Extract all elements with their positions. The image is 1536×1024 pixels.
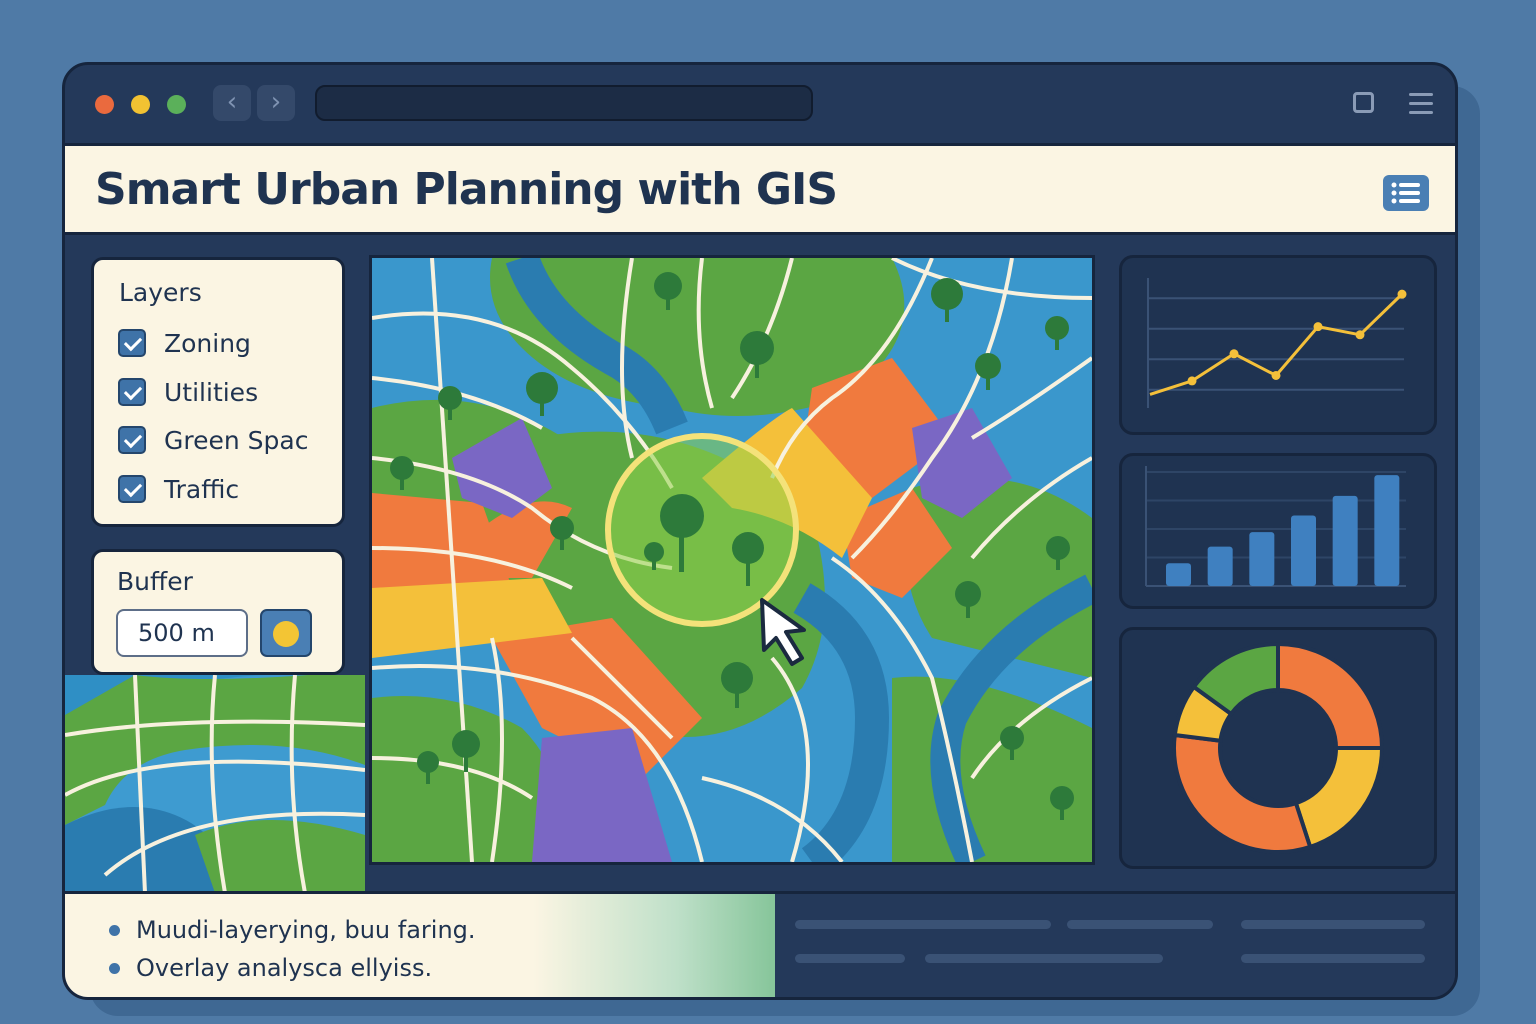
back-button[interactable]: ‹ [213, 85, 251, 121]
line-chart [1147, 278, 1407, 408]
bullet-text: Muudi-layerying, buu faring. [136, 916, 476, 944]
page-title: Smart Urban Planning with GIS [95, 164, 838, 215]
minimap [65, 675, 365, 893]
layer-green-space[interactable]: Green Spac [118, 423, 308, 457]
list-icon[interactable] [1383, 175, 1429, 211]
donut-slice [1172, 732, 1313, 854]
minimize-dot[interactable] [131, 95, 150, 114]
hamburger-menu-icon[interactable] [1409, 93, 1433, 115]
buffer-title: Buffer [117, 567, 193, 596]
data-point [1187, 376, 1197, 386]
close-dot[interactable] [95, 95, 114, 114]
layer-traffic[interactable]: Traffic [118, 472, 239, 506]
chevron-right-icon: › [270, 87, 282, 117]
donut-chart [1172, 641, 1385, 854]
layer-label: Utilities [164, 377, 259, 407]
window-square-icon[interactable] [1353, 92, 1374, 113]
bar [1249, 532, 1275, 586]
list-item: Overlay analysca ellyiss. [109, 954, 432, 982]
bullet-icon [109, 924, 120, 936]
placeholder-line [1241, 954, 1425, 963]
address-bar[interactable] [315, 85, 813, 121]
bar [1166, 563, 1191, 586]
buffer-apply-button[interactable] [260, 609, 312, 657]
bullet-text: Overlay analysca ellyiss. [136, 954, 433, 982]
donut-slice [1293, 746, 1385, 850]
checkbox-zoning[interactable] [118, 329, 146, 357]
placeholder-line [795, 954, 905, 963]
layer-utilities[interactable]: Utilities [118, 375, 258, 409]
buffer-panel: Buffer 500 m [91, 549, 345, 675]
layer-label: Green Spac [164, 425, 309, 455]
notes-card: Muudi-layerying, buu faring. Overlay ana… [65, 894, 775, 997]
data-point [1397, 289, 1407, 299]
chevron-left-icon: ‹ [226, 87, 238, 117]
bar [1374, 475, 1400, 586]
bar [1207, 546, 1233, 586]
placeholder-line [795, 920, 1051, 929]
circle-icon [273, 621, 299, 647]
page-header: Smart Urban Planning with GIS [65, 143, 1455, 235]
buffer-distance-input[interactable]: 500 m [116, 609, 248, 657]
data-point [1313, 322, 1323, 332]
donut-chart-panel [1119, 627, 1437, 869]
list-item: Muudi-layerying, buu faring. [109, 916, 476, 944]
layers-panel: Layers Zoning Utilities Green Spac Traff… [91, 257, 345, 527]
bullet-icon [109, 962, 120, 974]
data-point [1355, 330, 1365, 340]
layer-label: Traffic [164, 474, 240, 504]
footer: Muudi-layerying, buu faring. Overlay ana… [65, 891, 1455, 997]
data-point [1271, 370, 1281, 380]
data-point [1229, 349, 1239, 359]
checkbox-green-space[interactable] [118, 426, 146, 454]
bar [1332, 495, 1358, 586]
bar-chart [1145, 466, 1406, 587]
checkbox-traffic[interactable] [118, 475, 146, 503]
title-bar: ‹ › [65, 65, 1455, 143]
placeholder-line [1067, 920, 1213, 929]
forward-button[interactable]: › [257, 85, 295, 121]
bar [1291, 515, 1316, 586]
bar-chart-panel [1119, 453, 1437, 609]
checkbox-utilities[interactable] [118, 378, 146, 406]
city-map[interactable] [369, 255, 1095, 865]
placeholder-line [925, 954, 1163, 963]
maximize-dot[interactable] [167, 95, 186, 114]
line-chart-panel [1119, 255, 1437, 435]
browser-window: ‹ › Smart Urban Planning with GIS Layers… [62, 62, 1458, 1000]
layer-label: Zoning [164, 328, 251, 358]
layers-title: Layers [119, 278, 202, 307]
layer-zoning[interactable]: Zoning [118, 326, 251, 360]
placeholder-line [1241, 920, 1425, 929]
donut-slice [1276, 641, 1385, 750]
